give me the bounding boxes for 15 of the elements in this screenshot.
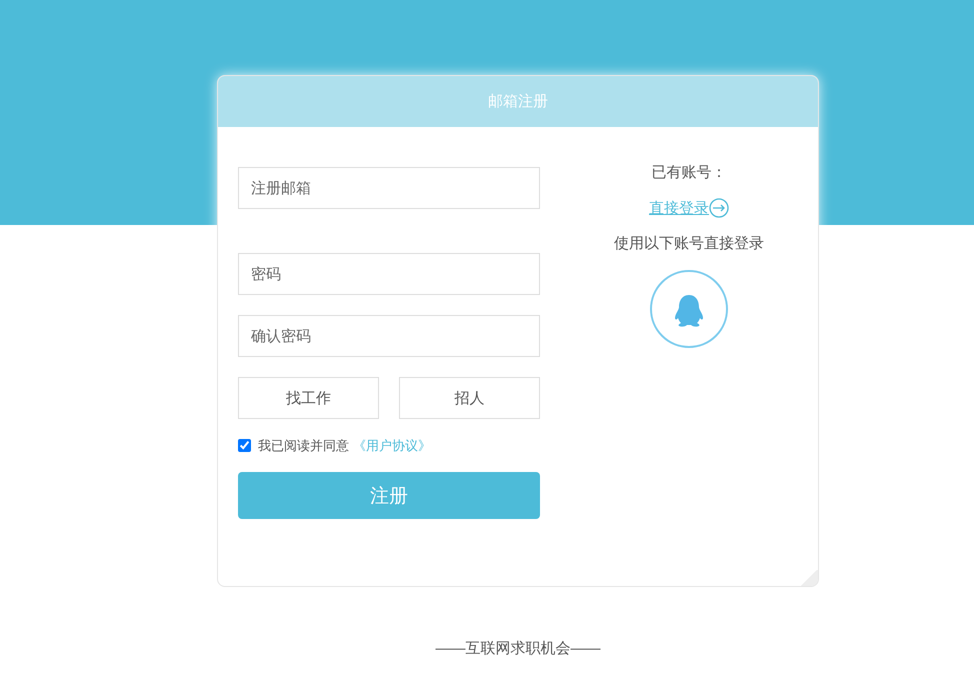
input-field[interactable]: 注册邮箱 [238, 167, 540, 209]
social-login-prompt: 使用以下账号直接登录 [614, 234, 764, 253]
card-title: 邮箱注册 [488, 92, 548, 111]
footer-text: ——互联网求职机会—— [436, 640, 600, 657]
agree-checkbox[interactable] [238, 439, 251, 452]
role-button[interactable]: 招人 [399, 377, 540, 419]
input-field[interactable]: 确认密码 [238, 315, 540, 357]
agreement-link[interactable]: 《用户协议》 [353, 436, 431, 454]
role-button[interactable]: 找工作 [238, 377, 379, 419]
penguin-login-icon[interactable] [649, 269, 729, 349]
input-field[interactable]: 密码 [238, 253, 540, 295]
register-button[interactable]: 注册 [238, 472, 540, 519]
agree-text: 我已阅读并同意 [258, 436, 349, 454]
arrow-circle-icon [709, 198, 729, 218]
account-prompt: 已有账号： [652, 163, 726, 182]
